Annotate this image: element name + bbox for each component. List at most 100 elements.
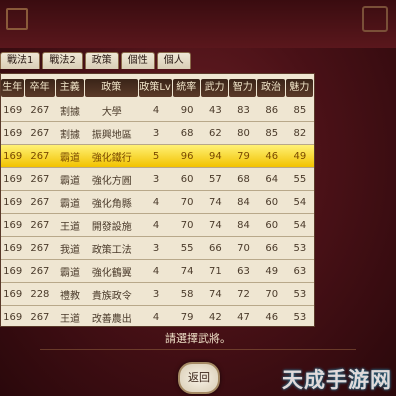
table-cell: 267 — [30, 311, 50, 323]
table-cell: 60 — [180, 173, 194, 185]
column-header[interactable]: 統率 — [172, 79, 200, 97]
table-cell: 60 — [265, 196, 279, 208]
table-cell: 90 — [180, 104, 194, 116]
table-cell: 169 — [3, 288, 23, 300]
table-row[interactable]: 169 267 割據 振興地區 3 68 62 80 85 82 — [1, 122, 314, 145]
tab-bar: 戰法1 戰法2 政策 個性 個人 — [0, 52, 191, 70]
tab-personal[interactable]: 個人 — [156, 52, 191, 69]
table-cell: 強化鶴翼 — [91, 267, 132, 279]
menu-icon[interactable] — [362, 6, 388, 32]
table-cell: 改善農出 — [91, 313, 132, 325]
table-cell: 70 — [180, 196, 194, 208]
table-cell: 267 — [30, 265, 50, 277]
table-cell: 64 — [265, 173, 279, 185]
table-cell: 53 — [293, 311, 307, 323]
table-cell: 70 — [180, 219, 194, 231]
table-header: 生年 卒年 主義 政策 政策Lv 統率 武力 智力 政治 魅力 — [1, 79, 314, 99]
table-cell: 74 — [208, 219, 222, 231]
table-cell: 267 — [30, 219, 50, 231]
table-cell: 267 — [30, 104, 50, 116]
table-cell: 王道 — [60, 221, 81, 233]
table-cell: 3 — [152, 242, 160, 254]
table-cell: 46 — [265, 311, 279, 323]
table-cell: 霸道 — [60, 152, 81, 164]
table-cell: 5 — [152, 150, 160, 162]
column-header[interactable]: 智力 — [229, 79, 257, 97]
table-cell: 霸道 — [60, 267, 81, 279]
table-cell: 54 — [293, 219, 307, 231]
table-cell: 72 — [237, 288, 250, 300]
table-cell: 政策工法 — [91, 244, 132, 256]
table-cell: 3 — [152, 127, 160, 139]
column-header[interactable]: 武力 — [200, 79, 229, 97]
table-cell: 4 — [152, 265, 160, 277]
table-cell: 57 — [208, 173, 222, 185]
table-cell: 66 — [265, 242, 279, 254]
table-cell: 46 — [265, 150, 279, 162]
table-row[interactable]: 169 267 霸道 強化鐵行 5 96 94 79 46 49 — [1, 145, 314, 168]
table-cell: 49 — [293, 150, 307, 162]
table-cell: 53 — [293, 288, 307, 300]
table-cell: 強化方圓 — [91, 175, 132, 187]
table-cell: 267 — [30, 173, 50, 185]
table-cell: 60 — [265, 219, 279, 231]
table-cell: 70 — [265, 288, 279, 300]
table-cell: 71 — [208, 265, 222, 277]
table-cell: 169 — [3, 173, 23, 185]
table-row[interactable]: 169 267 王道 改善農出 4 79 42 47 46 53 — [1, 306, 314, 326]
table-cell: 割據 — [60, 106, 81, 118]
table-cell: 55 — [180, 242, 194, 254]
column-header[interactable]: 卒年 — [24, 79, 55, 97]
table-row[interactable]: 169 267 我道 政策工法 3 55 66 70 66 53 — [1, 237, 314, 260]
table-cell: 54 — [293, 196, 307, 208]
column-header[interactable]: 生年 — [1, 79, 24, 97]
table-cell: 169 — [3, 150, 23, 162]
table-cell: 85 — [293, 104, 307, 116]
table-cell: 68 — [180, 127, 194, 139]
tab-policy[interactable]: 政策 — [84, 52, 119, 69]
tab-personality[interactable]: 個性 — [120, 52, 155, 69]
table-cell: 169 — [3, 311, 23, 323]
table-cell: 53 — [293, 242, 307, 254]
column-header[interactable]: 魅力 — [285, 79, 313, 97]
table-cell: 267 — [30, 150, 50, 162]
table-cell: 84 — [237, 196, 250, 208]
table-row[interactable]: 169 228 禮教 貴族政令 3 58 74 72 70 53 — [1, 283, 314, 306]
back-button[interactable]: 返回 — [178, 362, 220, 394]
table-cell: 169 — [3, 265, 23, 277]
table-row[interactable]: 169 267 霸道 強化鶴翼 4 74 71 63 49 63 — [1, 260, 314, 283]
table-cell: 63 — [237, 265, 250, 277]
tab-tactics-1[interactable]: 戰法1 — [0, 52, 41, 69]
table-cell: 169 — [3, 104, 23, 116]
table-cell: 74 — [208, 196, 222, 208]
table-cell: 79 — [237, 150, 250, 162]
table-cell: 66 — [208, 242, 222, 254]
table-cell: 267 — [30, 196, 50, 208]
table-cell: 強化角縣 — [91, 198, 132, 210]
table-cell: 169 — [3, 127, 23, 139]
column-header[interactable]: 政治 — [257, 79, 285, 97]
table-cell: 4 — [152, 311, 160, 323]
table-cell: 振興地區 — [91, 129, 132, 141]
divider — [40, 349, 356, 350]
table-cell: 267 — [30, 127, 50, 139]
table-cell: 霸道 — [60, 175, 81, 187]
table-cell: 63 — [293, 265, 307, 277]
table-cell: 3 — [152, 288, 160, 300]
table-body: 169 267 割據 大學 4 90 43 83 86 85 169 267 割據 振興地區 3 68 62 80… — [1, 99, 314, 326]
column-header[interactable]: 政策Lv — [138, 79, 172, 97]
status-message: 請選擇武將。 — [165, 332, 231, 345]
table-row[interactable]: 169 267 王道 開發設施 4 70 74 84 60 54 — [1, 214, 314, 237]
table-row[interactable]: 169 267 割據 大學 4 90 43 83 86 85 — [1, 99, 314, 122]
table-row[interactable]: 169 267 霸道 強化方圓 3 60 57 68 64 55 — [1, 168, 314, 191]
table-cell: 86 — [265, 104, 279, 116]
column-header[interactable]: 主義 — [55, 79, 84, 97]
table-cell: 43 — [208, 104, 222, 116]
table-cell: 4 — [152, 196, 160, 208]
table-cell: 貴族政令 — [91, 290, 132, 302]
tab-tactics-2[interactable]: 戰法2 — [42, 52, 83, 69]
table-cell: 80 — [237, 127, 250, 139]
table-cell: 割據 — [60, 129, 81, 141]
column-header[interactable]: 政策 — [84, 79, 138, 97]
table-row[interactable]: 169 267 霸道 強化角縣 4 70 74 84 60 54 — [1, 191, 314, 214]
